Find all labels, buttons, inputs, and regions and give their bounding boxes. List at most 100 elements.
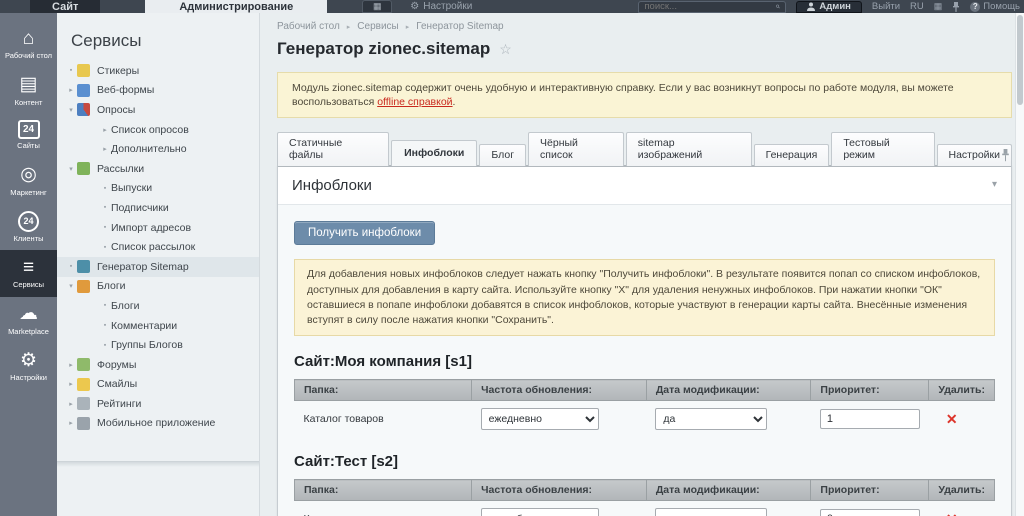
rail-label: Клиенты: [13, 233, 44, 243]
offline-help-link[interactable]: offline справкой: [377, 96, 452, 108]
scrollbar-thumb[interactable]: [1017, 15, 1023, 105]
menu-label: Опросы: [97, 103, 136, 116]
user-menu-button[interactable]: Админ: [796, 0, 862, 13]
pin-form-icon[interactable]: [1001, 149, 1010, 162]
delete-row-icon[interactable]: ✕: [938, 511, 958, 516]
site-tab[interactable]: Сайт: [30, 0, 101, 13]
menu-item-blog-groups[interactable]: ▪ Группы Блогов: [57, 335, 259, 355]
table-row: Каталог товаров не выбрано нет ✕: [295, 501, 995, 516]
expand-down-icon[interactable]: ▾: [65, 165, 77, 173]
expand-right-icon[interactable]: ▸: [65, 361, 77, 369]
menu-item-newsletter-list[interactable]: ▪ Список рассылок: [57, 237, 259, 257]
tab-sitemap-images[interactable]: sitemap изображений: [625, 132, 752, 167]
panel-icon[interactable]: ▦: [934, 2, 943, 11]
tab-blog[interactable]: Блог: [479, 144, 527, 167]
infoblocks-table-s1: Папка: Частота обновления: Дата модифика…: [293, 379, 995, 437]
menu-item-newsletters[interactable]: ▾ Рассылки: [57, 159, 259, 179]
bullet-icon: ▪: [103, 184, 107, 192]
menu-label: Стикеры: [97, 64, 140, 77]
menu-item-mobile-app[interactable]: ▸ Мобильное приложение: [57, 414, 259, 434]
menu-item-smileys[interactable]: ▸ Смайлы: [57, 375, 259, 395]
expand-down-icon[interactable]: ▾: [65, 282, 77, 290]
breadcrumb-separator-icon: ▸: [346, 23, 351, 31]
menu-item-forums[interactable]: ▸ Форумы: [57, 355, 259, 375]
expand-right-icon[interactable]: ▸: [65, 419, 77, 427]
mobile-icon: [77, 416, 90, 430]
menu-label: Мобильное приложение: [97, 417, 216, 430]
priority-input[interactable]: [819, 409, 920, 430]
topbar-search[interactable]: [638, 0, 787, 13]
expand-right-icon[interactable]: ▸: [65, 400, 77, 408]
expand-right-icon[interactable]: ▸: [65, 380, 77, 388]
tab-test-mode[interactable]: Тестовый режим: [831, 132, 935, 167]
tab-generation[interactable]: Генерация: [753, 144, 830, 167]
rail-item-services[interactable]: ≡ Сервисы: [0, 250, 57, 297]
frequency-select[interactable]: не выбрано: [480, 508, 599, 516]
delete-row-icon[interactable]: ✕: [938, 411, 958, 427]
tab-infoblocks[interactable]: Инфоблоки: [391, 140, 478, 167]
rail-item-content[interactable]: ▤ Контент: [0, 68, 57, 115]
sidebar-menu: Сервисы ▪ Стикеры ▸ Веб-формы ▾ Опросы ▸ Спи…: [57, 13, 260, 516]
get-infoblocks-button[interactable]: Получить инфоблоки: [294, 221, 436, 246]
logout-link[interactable]: Выйти: [872, 1, 900, 12]
col-priority: Приоритет:: [810, 479, 929, 502]
rail-item-sites[interactable]: 24 Сайты: [0, 114, 57, 158]
menu-item-blogs[interactable]: ▪ Блоги: [57, 296, 259, 316]
administration-tab[interactable]: Администрирование: [145, 0, 328, 13]
rail-item-marketing[interactable]: ◎ Маркетинг: [0, 158, 57, 205]
menu-label: Подписчики: [111, 201, 169, 214]
interface-settings[interactable]: ⚙ Настройки: [410, 0, 472, 13]
module-notice: Модуль zionec.sitemap содержит очень удо…: [277, 72, 1012, 119]
expand-down-icon[interactable]: ▾: [65, 106, 77, 114]
expand-right-icon[interactable]: ▸: [65, 86, 77, 94]
tab-static-files[interactable]: Статичные файлы: [277, 132, 390, 167]
language-switch[interactable]: RU: [910, 1, 924, 12]
page-scrollbar[interactable]: [1015, 13, 1024, 516]
bullet-icon: ▪: [103, 322, 107, 330]
priority-input[interactable]: [819, 509, 920, 516]
modified-select[interactable]: да: [655, 408, 768, 431]
menu-item-additional[interactable]: ▸ Дополнительно: [57, 139, 259, 159]
table-row: Каталог товаров ежедневно да ✕: [295, 401, 995, 437]
bullet-icon: ▪: [69, 263, 73, 271]
menu-item-sitemap-generator[interactable]: ▪ Генератор Sitemap: [57, 256, 259, 277]
rail-item-settings[interactable]: ⚙ Настройки: [0, 343, 57, 390]
bullet-icon: ▪: [103, 302, 107, 310]
menu-label: Список рассылок: [111, 241, 196, 254]
menu-item-stickers[interactable]: ▪ Стикеры: [57, 61, 259, 81]
menu-label: Веб-формы: [97, 84, 155, 97]
frequency-select[interactable]: ежедневно: [480, 408, 599, 431]
menu-label: Импорт адресов: [111, 221, 192, 234]
sticker-icon: [77, 64, 90, 78]
panel-menu-button[interactable]: ▦: [362, 0, 393, 13]
rail-label: Marketplace: [8, 326, 49, 336]
menu-item-webforms[interactable]: ▸ Веб-формы: [57, 81, 259, 101]
menu-item-poll-list[interactable]: ▸ Список опросов: [57, 120, 259, 140]
tab-blacklist[interactable]: Чёрный список: [528, 132, 624, 167]
menu-item-comments[interactable]: ▪ Комментарии: [57, 316, 259, 336]
menu-item-blogs-group[interactable]: ▾ Блоги: [57, 277, 259, 297]
rail-item-desktop[interactable]: ⌂ Рабочий стол: [0, 21, 57, 68]
expand-right-icon[interactable]: ▸: [99, 145, 111, 153]
collapse-chevron-icon[interactable]: ▾: [992, 179, 997, 190]
favorite-star-icon[interactable]: ☆: [499, 41, 512, 58]
menu-title: Сервисы: [71, 31, 142, 50]
menu-item-issues[interactable]: ▪ Выпуски: [57, 179, 259, 199]
help-link[interactable]: ? Помощь: [970, 1, 1020, 12]
menu-item-polls[interactable]: ▾ Опросы: [57, 100, 259, 120]
menu-item-subscribers[interactable]: ▪ Подписчики: [57, 198, 259, 218]
breadcrumb-sitemap-generator[interactable]: Генератор Sitemap: [416, 21, 503, 32]
breadcrumb-desktop[interactable]: Рабочий стол: [277, 21, 340, 32]
rail-item-marketplace[interactable]: ☁ Marketplace: [0, 297, 57, 344]
search-input[interactable]: [644, 1, 777, 12]
menu-label: Выпуски: [111, 182, 153, 195]
modified-select[interactable]: нет: [655, 508, 768, 516]
breadcrumb-services[interactable]: Сервисы: [357, 21, 398, 32]
menu-item-address-import[interactable]: ▪ Импорт адресов: [57, 218, 259, 238]
col-priority: Приоритет:: [810, 379, 929, 402]
pin-icon[interactable]: [952, 1, 960, 12]
folder-name: Каталог товаров: [295, 501, 472, 516]
menu-item-ratings[interactable]: ▸ Рейтинги: [57, 394, 259, 414]
rail-item-clients[interactable]: 24 Клиенты: [0, 205, 57, 251]
expand-right-icon[interactable]: ▸: [99, 126, 111, 134]
